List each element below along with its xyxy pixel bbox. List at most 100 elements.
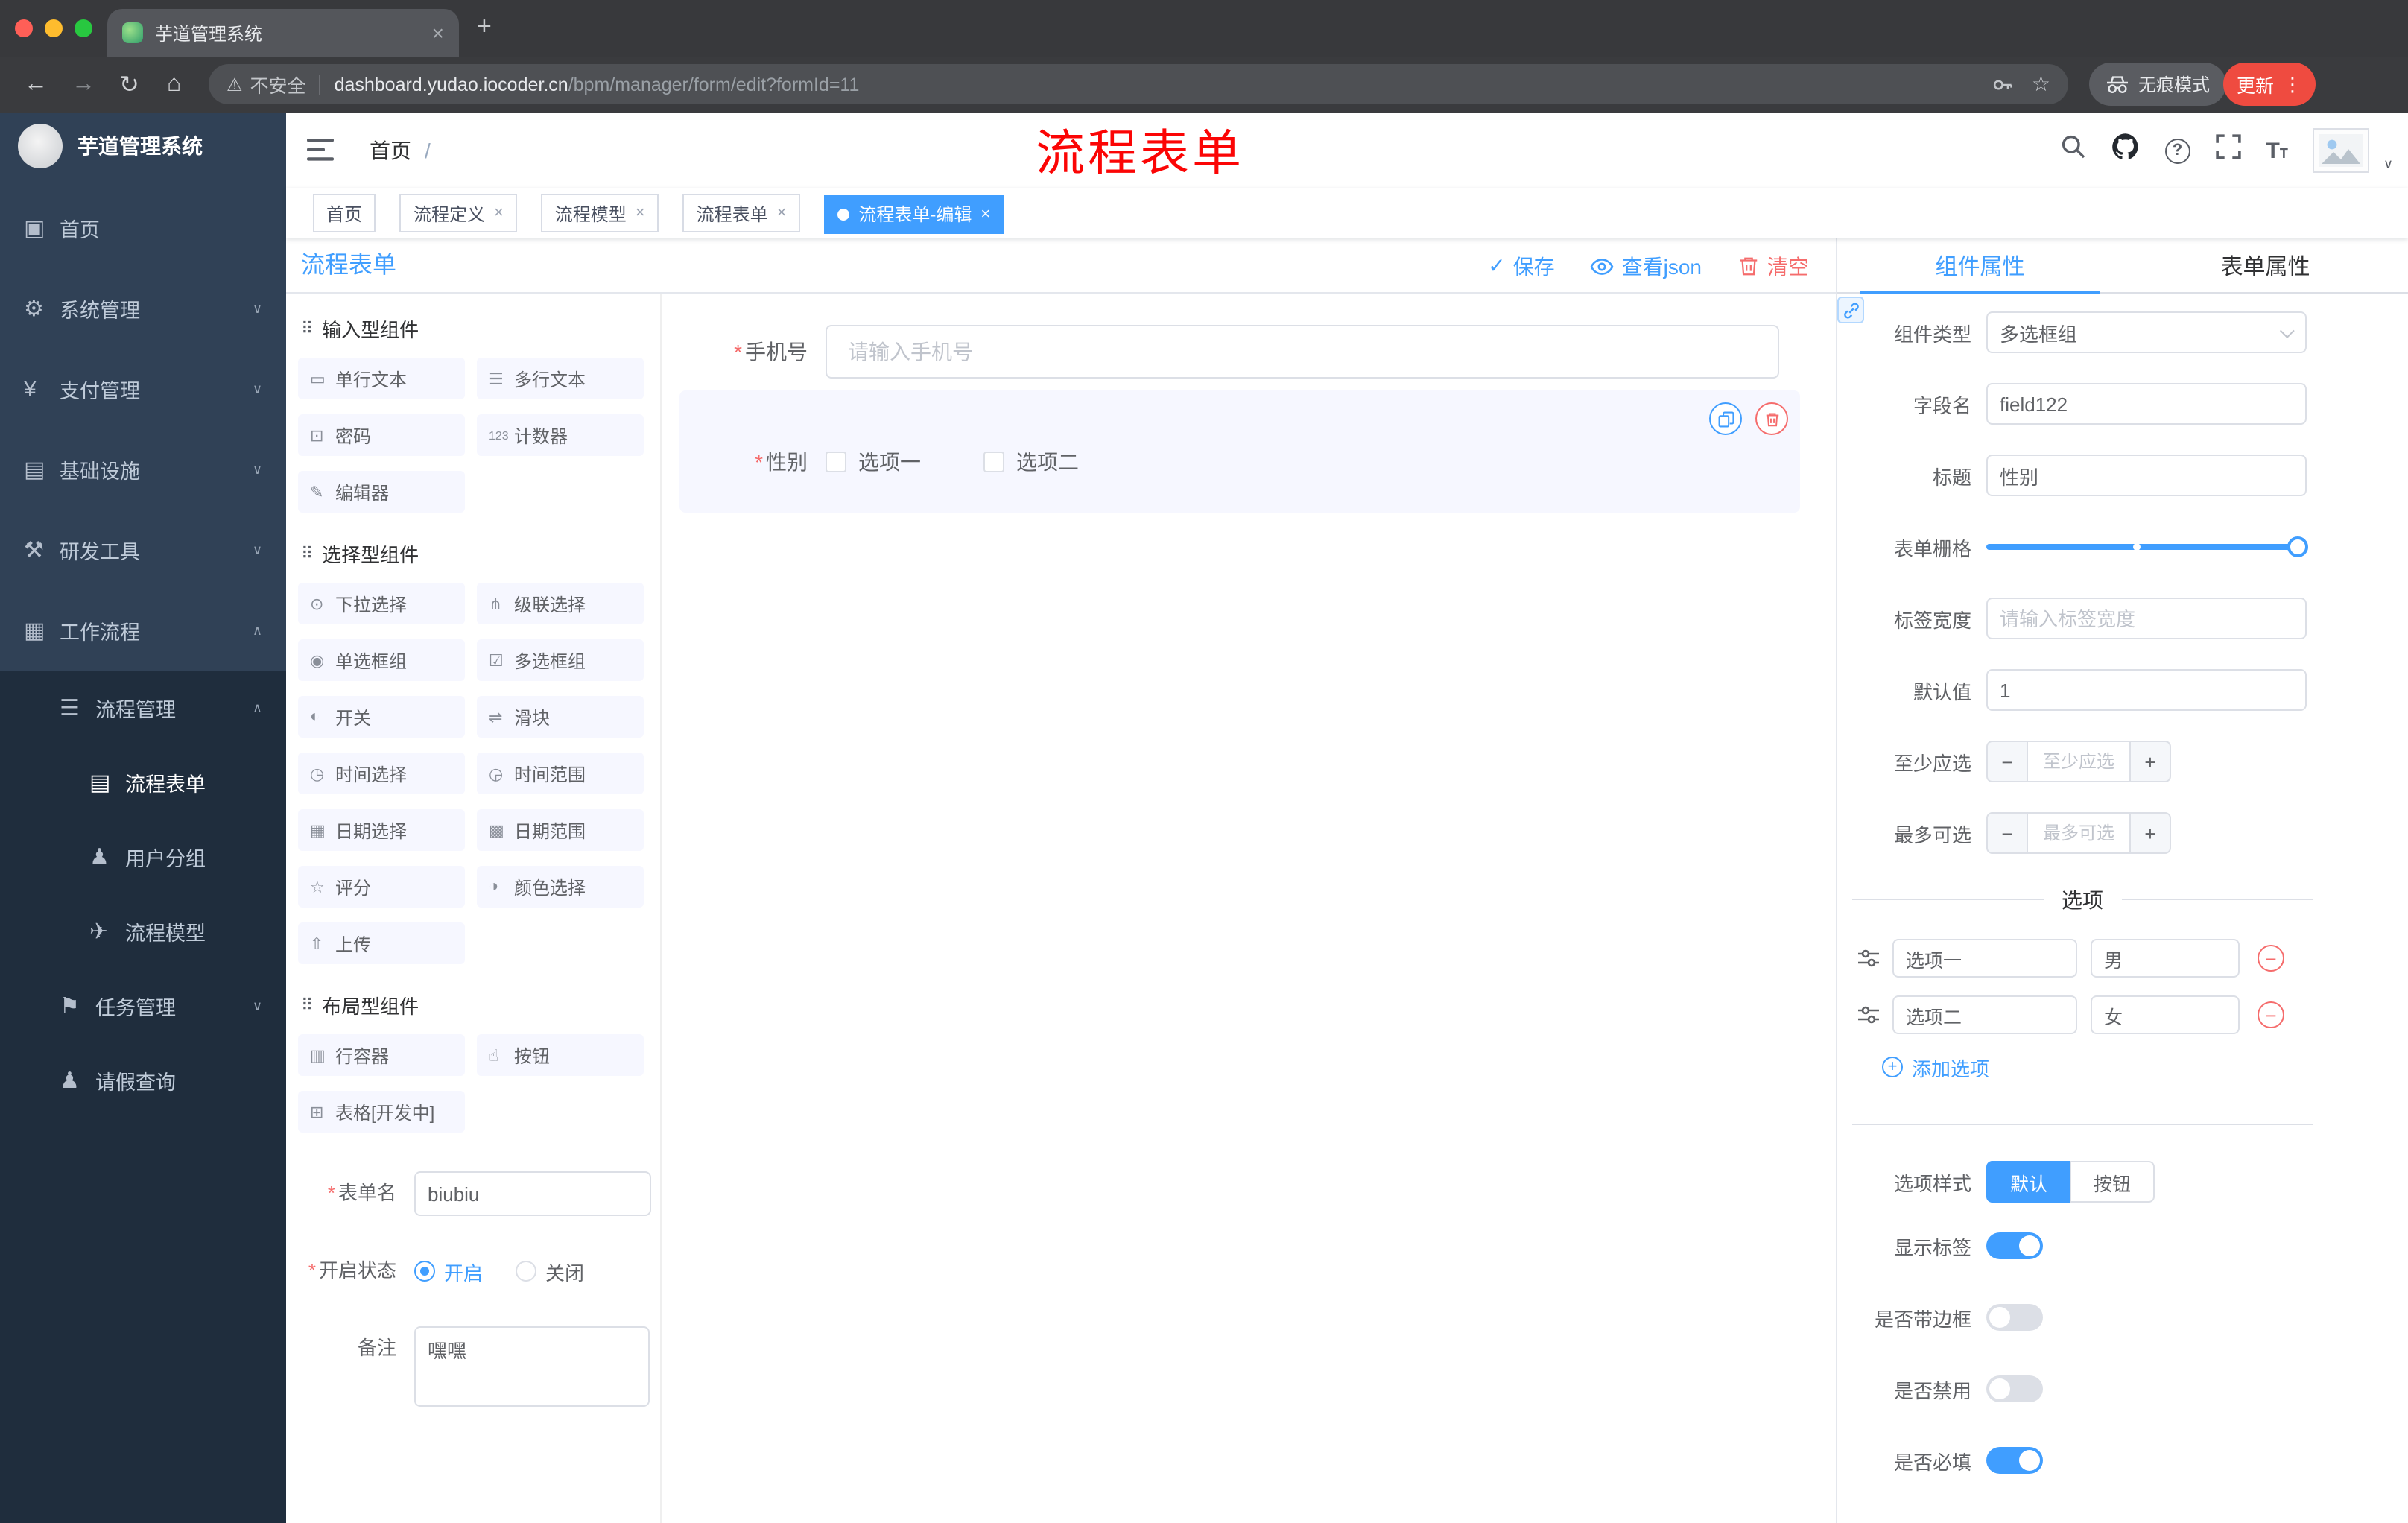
maximize-window-button[interactable] [75, 19, 92, 37]
tag-process-model[interactable]: 流程模型 × [541, 194, 659, 232]
sidebar-item-process-form[interactable]: ▤ 流程表单 [0, 745, 286, 820]
sidebar-item-user-groups[interactable]: ♟ 用户分组 [0, 820, 286, 894]
palette-item-time-picker[interactable]: ◷ 时间选择 [298, 753, 465, 794]
style-default-button[interactable]: 默认 [1986, 1161, 2070, 1203]
minimize-window-button[interactable] [45, 19, 63, 37]
option-value-input[interactable] [2091, 995, 2240, 1034]
remove-option-button[interactable]: − [2258, 945, 2284, 972]
hamburger-icon[interactable] [307, 139, 334, 168]
slider-handle[interactable] [2287, 536, 2308, 557]
title-input[interactable] [1986, 455, 2307, 496]
min-select-input[interactable] [2028, 741, 2129, 782]
home-icon[interactable]: ⌂ [167, 57, 181, 113]
palette-item-multi-line-text[interactable]: ☰ 多行文本 [477, 358, 644, 399]
palette-item-button[interactable]: ☝ 按钮 [477, 1034, 644, 1076]
decrease-button[interactable]: − [1986, 812, 2028, 854]
back-icon[interactable]: ← [24, 57, 48, 113]
palette-item-checkbox-group[interactable]: ☑ 多选框组 [477, 639, 644, 681]
font-size-icon[interactable]: TT [2266, 138, 2287, 163]
view-json-button[interactable]: 查看json [1591, 251, 1702, 281]
close-icon[interactable]: × [494, 204, 504, 222]
tag-process-form[interactable]: 流程表单 × [682, 194, 800, 232]
sidebar-item-system[interactable]: ⚙ 系统管理 ∨ [0, 268, 286, 349]
breadcrumb-home[interactable]: 首页 [370, 136, 411, 165]
palette-item-slider[interactable]: ⇌ 滑块 [477, 696, 644, 738]
browser-menu-icon[interactable]: ⋮ [2283, 72, 2302, 96]
remove-option-button[interactable]: − [2258, 1001, 2284, 1028]
browser-tab[interactable]: 芋道管理系统 × [107, 9, 459, 57]
form-canvas[interactable]: *手机号 *性别 选项一 选项二 [662, 294, 1836, 1523]
decrease-button[interactable]: − [1986, 741, 2028, 782]
canvas-field-phone[interactable]: * 手机号 [662, 325, 1836, 379]
forward-icon[interactable]: → [72, 57, 95, 113]
sidebar-item-leave-query[interactable]: ♟ 请假查询 [0, 1043, 286, 1118]
new-tab-button[interactable]: + [477, 12, 492, 42]
default-value-input[interactable] [1986, 669, 2307, 711]
form-name-input[interactable] [414, 1171, 651, 1216]
palette-item-switch[interactable]: ◐ 开关 [298, 696, 465, 738]
password-key-icon[interactable] [1993, 74, 2014, 95]
avatar[interactable] [2313, 128, 2370, 173]
app-logo[interactable]: 芋道管理系统 [0, 113, 286, 179]
bookmark-star-icon[interactable]: ☆ [2032, 72, 2050, 97]
address-bar[interactable]: ⚠ 不安全 dashboard.yudao.iocoder.cn /bpm/ma… [209, 64, 2068, 104]
component-type-select[interactable]: 多选框组 [1986, 311, 2307, 353]
tag-process-definition[interactable]: 流程定义 × [399, 194, 517, 232]
max-select-input[interactable] [2028, 812, 2129, 854]
form-remark-textarea[interactable]: 嘿嘿 [414, 1326, 650, 1407]
close-tab-icon[interactable]: × [432, 21, 444, 45]
browser-update-button[interactable]: 更新 ⋮ [2223, 63, 2316, 106]
tab-component-props[interactable]: 组件属性 [1837, 238, 2123, 294]
phone-input[interactable] [826, 325, 1779, 379]
link-badge[interactable] [1837, 297, 1864, 323]
help-icon[interactable]: ? [2164, 138, 2190, 163]
sidebar-item-process-management[interactable]: ☰ 流程管理 ∧ [0, 671, 286, 745]
palette-item-upload[interactable]: ⇧ 上传 [298, 922, 465, 964]
required-switch[interactable] [1986, 1447, 2043, 1474]
tag-process-form-edit[interactable]: 流程表单-编辑 × [824, 194, 1004, 233]
sidebar-item-process-model[interactable]: ✈ 流程模型 [0, 894, 286, 969]
disabled-switch[interactable] [1986, 1375, 2043, 1402]
border-switch[interactable] [1986, 1304, 2043, 1331]
palette-item-date-range[interactable]: ▩ 日期范围 [477, 809, 644, 851]
option-value-input[interactable] [2091, 939, 2240, 978]
palette-item-radio-group[interactable]: ◉ 单选框组 [298, 639, 465, 681]
close-icon[interactable]: × [777, 204, 787, 222]
sidebar-item-task-management[interactable]: ⚑ 任务管理 ∨ [0, 969, 286, 1043]
tag-home[interactable]: 首页 [313, 194, 376, 232]
status-off-radio[interactable]: 关闭 [516, 1257, 584, 1285]
sidebar-item-home[interactable]: ▣ 首页 [0, 188, 286, 268]
increase-button[interactable]: + [2129, 812, 2171, 854]
canvas-field-gender-selected[interactable]: * 性别 选项一 选项二 [679, 390, 1800, 513]
close-icon[interactable]: × [636, 204, 645, 222]
sidebar-item-payment[interactable]: ¥ 支付管理 ∨ [0, 349, 286, 429]
palette-item-time-range[interactable]: ◶ 时间范围 [477, 753, 644, 794]
show-label-switch[interactable] [1986, 1232, 2043, 1259]
label-width-input[interactable] [1986, 598, 2307, 639]
delete-field-button[interactable] [1755, 402, 1788, 435]
drag-handle-icon[interactable] [1858, 1006, 1879, 1024]
palette-item-password[interactable]: ⊡ 密码 [298, 414, 465, 456]
chevron-down-icon[interactable]: ∨ [2383, 156, 2393, 173]
palette-item-rate[interactable]: ☆ 评分 [298, 866, 465, 908]
status-on-radio[interactable]: 开启 [414, 1257, 483, 1285]
option-label-input[interactable] [1892, 995, 2077, 1034]
close-window-button[interactable] [15, 19, 33, 37]
fullscreen-icon[interactable] [2215, 134, 2241, 167]
palette-item-cascader[interactable]: ⋔ 级联选择 [477, 583, 644, 624]
sidebar-item-infrastructure[interactable]: ▤ 基础设施 ∨ [0, 429, 286, 510]
palette-item-editor[interactable]: ✎ 编辑器 [298, 471, 465, 513]
style-button-button[interactable]: 按钮 [2070, 1161, 2155, 1203]
palette-item-row-container[interactable]: ▥ 行容器 [298, 1034, 465, 1076]
sidebar-item-devtools[interactable]: ⚒ 研发工具 ∨ [0, 510, 286, 590]
increase-button[interactable]: + [2129, 741, 2171, 782]
github-icon[interactable] [2111, 133, 2139, 168]
checkbox-option-2[interactable]: 选项二 [983, 447, 1079, 477]
palette-item-counter[interactable]: 123 计数器 [477, 414, 644, 456]
palette-item-color-picker[interactable]: ◑ 颜色选择 [477, 866, 644, 908]
copy-field-button[interactable] [1709, 402, 1742, 435]
search-icon[interactable] [2060, 134, 2085, 167]
clear-button[interactable]: 清空 [1737, 251, 1809, 281]
reload-icon[interactable]: ↻ [119, 57, 139, 113]
palette-item-single-line-text[interactable]: ▭ 单行文本 [298, 358, 465, 399]
